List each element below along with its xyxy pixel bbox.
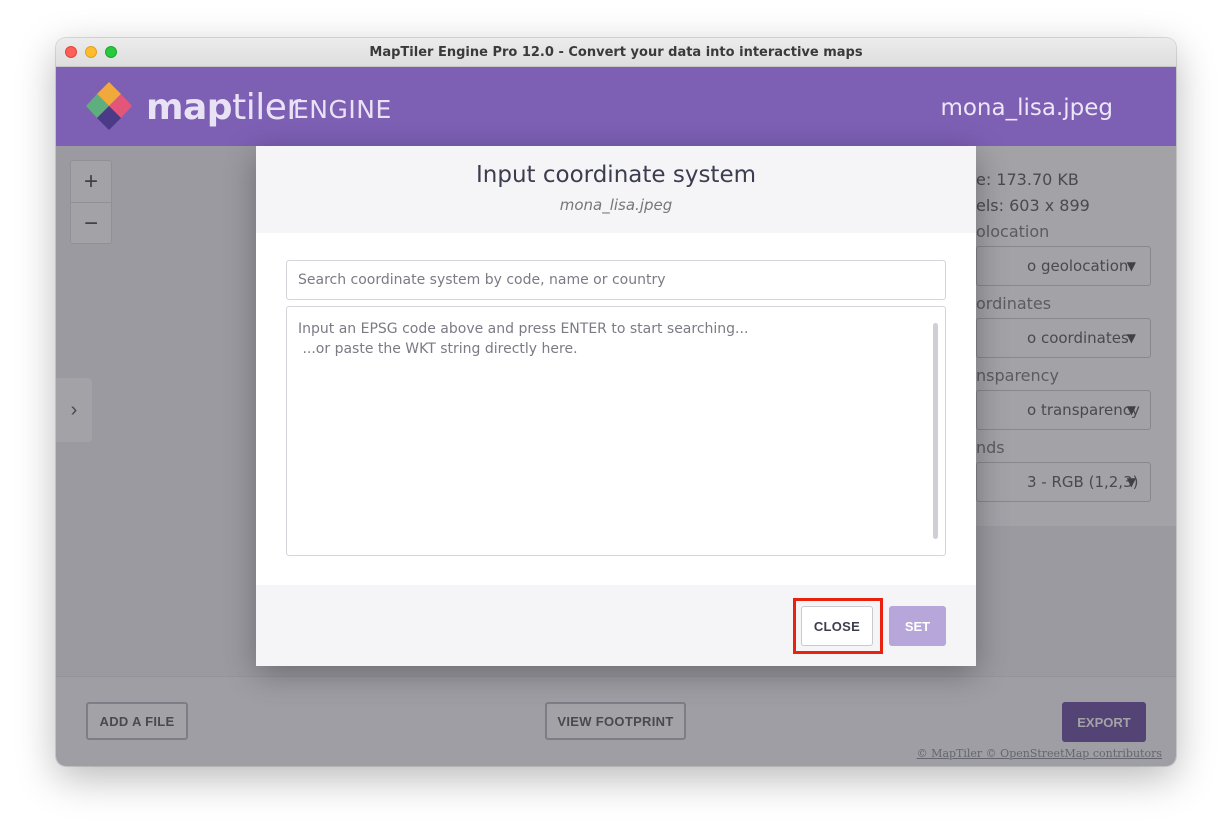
logo-engine: ENGINE: [293, 95, 392, 124]
app-window: MapTiler Engine Pro 12.0 - Convert your …: [56, 38, 1176, 766]
wkt-hint-line-1: Input an EPSG code above and press ENTER…: [298, 321, 749, 337]
logo-wordmark: maptiler: [146, 87, 301, 128]
coordinate-search-input[interactable]: [286, 260, 946, 300]
wkt-placeholder: Input an EPSG code above and press ENTER…: [298, 319, 748, 359]
logo-wordmark-bold: map: [146, 87, 233, 128]
maptiler-logo-icon: [86, 82, 132, 130]
window-close-button[interactable]: [65, 46, 77, 58]
dialog-header: Input coordinate system mona_lisa.jpeg: [256, 146, 976, 233]
close-button[interactable]: CLOSE: [801, 606, 873, 646]
window-minimize-button[interactable]: [85, 46, 97, 58]
title-bar: MapTiler Engine Pro 12.0 - Convert your …: [56, 38, 1176, 67]
logo-wordmark-light: tiler: [232, 87, 301, 128]
app-header: maptiler ENGINE mona_lisa.jpeg: [56, 67, 1176, 146]
wkt-textarea[interactable]: Input an EPSG code above and press ENTER…: [286, 306, 946, 556]
window-maximize-button[interactable]: [105, 46, 117, 58]
coordinate-system-dialog: Input coordinate system mona_lisa.jpeg I…: [256, 146, 976, 666]
dialog-footer: CLOSE SET: [256, 585, 976, 666]
set-button[interactable]: SET: [889, 606, 946, 646]
wkt-hint-line-2: ...or paste the WKT string directly here…: [298, 341, 578, 357]
wkt-scrollbar[interactable]: [933, 323, 938, 539]
window-title: MapTiler Engine Pro 12.0 - Convert your …: [369, 44, 863, 60]
dialog-title: Input coordinate system: [476, 162, 756, 188]
header-file-name: mona_lisa.jpeg: [940, 95, 1113, 121]
dialog-subtitle: mona_lisa.jpeg: [559, 196, 673, 214]
window-controls: [65, 46, 117, 58]
